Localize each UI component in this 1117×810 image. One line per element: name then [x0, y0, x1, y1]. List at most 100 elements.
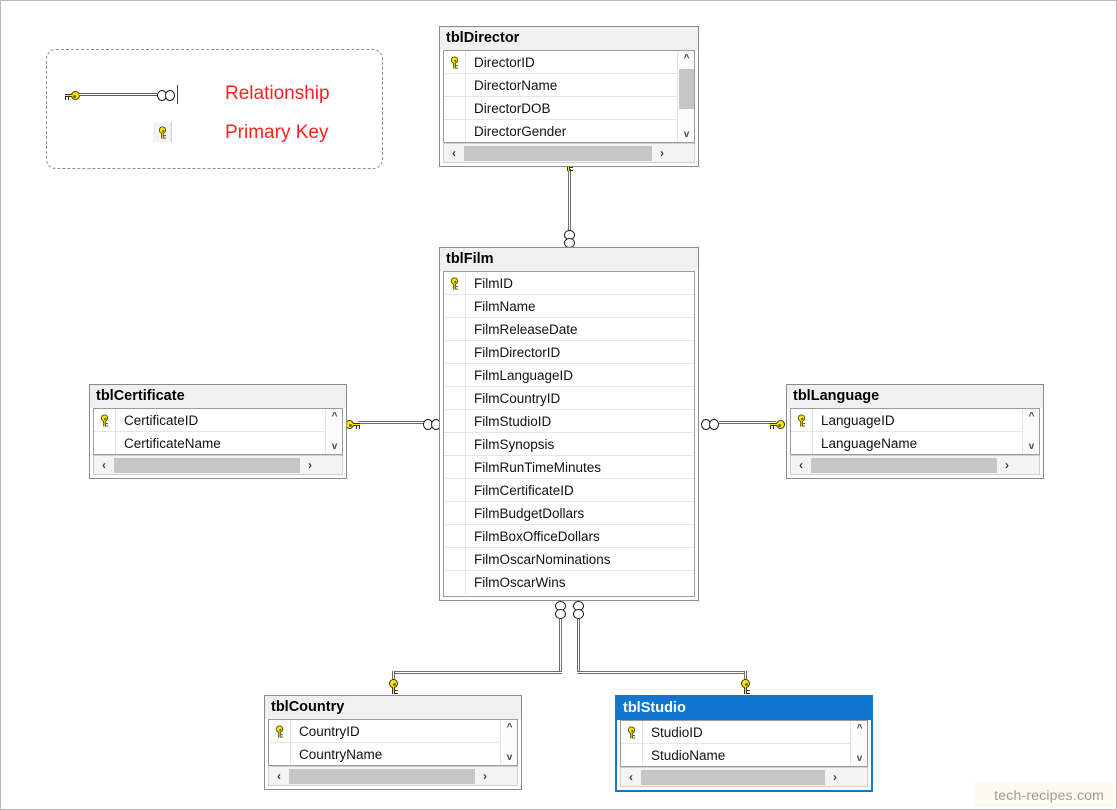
table-window-tblfilm[interactable]: tblFilm FilmID FilmName FilmReleaseDate [439, 247, 699, 601]
table-title[interactable]: tblLanguage [787, 385, 1043, 408]
key-icon [791, 409, 813, 431]
table-row[interactable]: StudioName [621, 744, 867, 767]
legend-primary-key-row: Primary Key [65, 122, 328, 144]
table-row[interactable]: DirectorID [444, 51, 694, 74]
table-row[interactable]: FilmID [444, 272, 694, 295]
chevron-right-icon[interactable]: › [825, 768, 845, 786]
table-window-tblcountry[interactable]: tblCountry CountryID CountryName ^ v [264, 695, 522, 790]
table-row[interactable]: FilmCertificateID [444, 479, 694, 502]
table-title[interactable]: tblCountry [265, 696, 521, 719]
scrollbar-thumb[interactable] [811, 458, 997, 473]
table-row[interactable]: FilmDirectorID [444, 341, 694, 364]
key-icon [444, 272, 466, 294]
key-icon [770, 417, 785, 435]
pk-placeholder [621, 744, 643, 767]
horizontal-scrollbar[interactable]: ‹ › [268, 766, 518, 786]
connector-film-studio[interactable] [577, 619, 580, 673]
key-icon [269, 720, 291, 742]
table-row[interactable]: FilmStudioID [444, 410, 694, 433]
scrollbar-corner [672, 144, 694, 162]
chevron-up-icon[interactable]: ^ [678, 51, 695, 66]
connector-film-country[interactable] [392, 671, 562, 674]
horizontal-scrollbar[interactable]: ‹ › [790, 455, 1040, 475]
relationship-diagram-canvas[interactable]: Relationship Primary Key [0, 0, 1117, 810]
chevron-down-icon[interactable]: v [851, 751, 868, 766]
table-row[interactable]: LanguageName [791, 432, 1039, 455]
chevron-left-icon[interactable]: ‹ [791, 456, 811, 474]
scrollbar-thumb[interactable] [114, 458, 300, 473]
table-title[interactable]: tblCertificate [90, 385, 346, 408]
chevron-down-icon[interactable]: v [501, 750, 518, 765]
vertical-scrollbar[interactable]: ^ v [850, 721, 867, 766]
chevron-up-icon[interactable]: ^ [1023, 409, 1040, 424]
table-window-tblcertificate[interactable]: tblCertificate CertificateID Certificate… [89, 384, 347, 479]
chevron-left-icon[interactable]: ‹ [444, 144, 464, 162]
connector-certificate-film[interactable] [358, 421, 433, 424]
vertical-scrollbar[interactable]: ^ v [1022, 409, 1039, 454]
table-title[interactable]: tblDirector [440, 27, 698, 50]
pk-placeholder [444, 341, 466, 363]
table-row[interactable]: FilmReleaseDate [444, 318, 694, 341]
connector-film-studio[interactable] [577, 671, 747, 674]
table-row[interactable]: LanguageID [791, 409, 1039, 432]
field-name: CountryID [291, 724, 360, 739]
chevron-up-icon[interactable]: ^ [501, 720, 518, 735]
vertical-scrollbar[interactable]: ^ v [677, 51, 694, 142]
scrollbar-thumb[interactable] [464, 146, 652, 161]
table-row[interactable]: DirectorDOB [444, 97, 694, 120]
table-row[interactable]: CountryName [269, 743, 517, 766]
chevron-down-icon[interactable]: v [1023, 439, 1040, 454]
table-window-tbllanguage[interactable]: tblLanguage LanguageID LanguageName ^ v [786, 384, 1044, 479]
table-row[interactable]: FilmBudgetDollars [444, 502, 694, 525]
table-title[interactable]: tblFilm [440, 248, 698, 271]
table-row[interactable]: FilmRunTimeMinutes [444, 456, 694, 479]
chevron-down-icon[interactable]: v [326, 439, 343, 454]
table-row[interactable]: FilmOscarNominations [444, 548, 694, 571]
pk-placeholder [444, 410, 466, 432]
key-icon [621, 721, 643, 743]
table-window-tbldirector[interactable]: tblDirector DirectorID DirectorName Dire… [439, 26, 699, 167]
scrollbar-thumb[interactable] [289, 769, 475, 784]
horizontal-scrollbar[interactable]: ‹ › [93, 455, 343, 475]
chevron-left-icon[interactable]: ‹ [269, 767, 289, 785]
chevron-right-icon[interactable]: › [652, 144, 672, 162]
field-name: FilmReleaseDate [466, 322, 578, 337]
table-row[interactable]: CountryID [269, 720, 517, 743]
table-row[interactable]: FilmLanguageID [444, 364, 694, 387]
field-list: FilmID FilmName FilmReleaseDate FilmDire… [444, 272, 694, 594]
pk-placeholder [444, 433, 466, 455]
table-title[interactable]: tblStudio [617, 697, 871, 720]
connector-film-language[interactable] [719, 421, 776, 424]
connector-film-country[interactable] [559, 619, 562, 673]
table-window-tblstudio[interactable]: tblStudio StudioID StudioName ^ v [615, 695, 873, 792]
field-name: DirectorName [466, 78, 557, 93]
table-row[interactable]: CertificateName [94, 432, 342, 455]
chevron-down-icon[interactable]: v [678, 127, 695, 142]
vertical-scrollbar[interactable]: ^ v [500, 720, 517, 765]
field-name: FilmSynopsis [466, 437, 554, 452]
chevron-right-icon[interactable]: › [475, 767, 495, 785]
table-row[interactable]: FilmBoxOfficeDollars [444, 525, 694, 548]
table-row[interactable]: StudioID [621, 721, 867, 744]
scrollbar-thumb[interactable] [641, 770, 825, 785]
table-row[interactable]: FilmCountryID [444, 387, 694, 410]
horizontal-scrollbar[interactable]: ‹ › [620, 767, 868, 787]
chevron-up-icon[interactable]: ^ [851, 721, 868, 736]
table-row[interactable]: CertificateID [94, 409, 342, 432]
table-row[interactable]: FilmSynopsis [444, 433, 694, 456]
table-row[interactable]: DirectorGender [444, 120, 694, 143]
horizontal-scrollbar[interactable]: ‹ › [443, 143, 695, 163]
chevron-left-icon[interactable]: ‹ [94, 456, 114, 474]
table-row[interactable]: FilmName [444, 295, 694, 318]
field-name: FilmBudgetDollars [466, 506, 584, 521]
chevron-right-icon[interactable]: › [300, 456, 320, 474]
table-row[interactable]: DirectorName [444, 74, 694, 97]
scrollbar-thumb[interactable] [679, 69, 694, 109]
key-icon [94, 409, 116, 431]
pk-placeholder [444, 364, 466, 386]
table-row[interactable]: FilmOscarWins [444, 571, 694, 594]
chevron-right-icon[interactable]: › [997, 456, 1017, 474]
chevron-up-icon[interactable]: ^ [326, 409, 343, 424]
vertical-scrollbar[interactable]: ^ v [325, 409, 342, 454]
chevron-left-icon[interactable]: ‹ [621, 768, 641, 786]
